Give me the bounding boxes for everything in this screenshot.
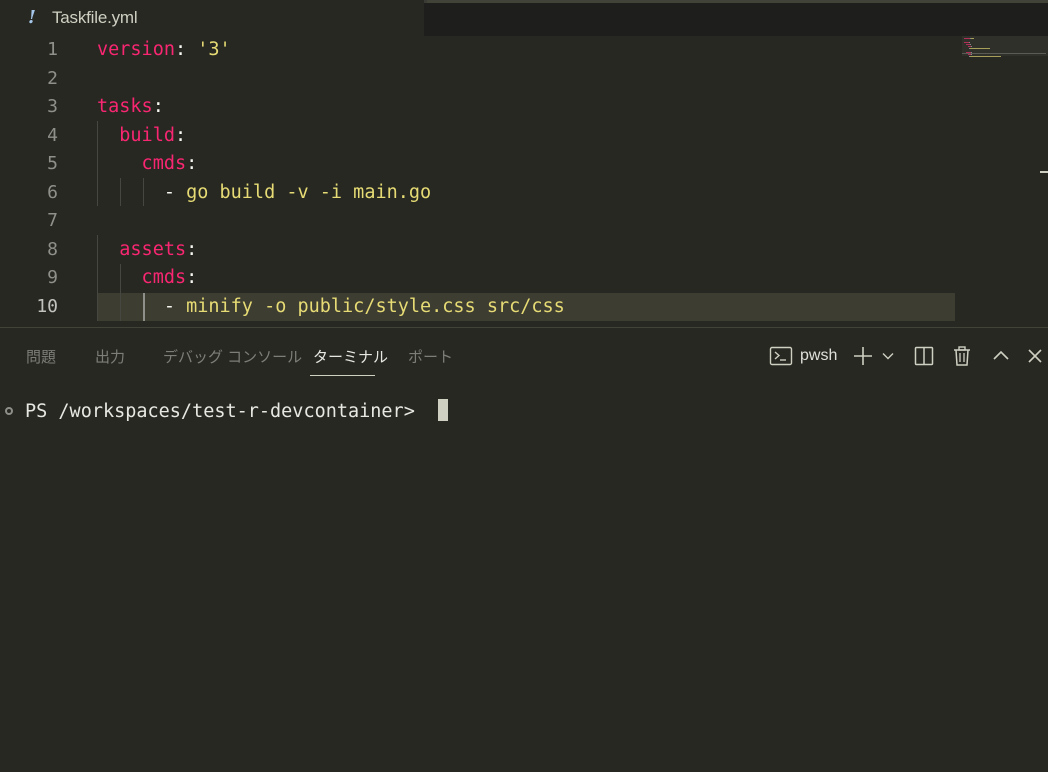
line-text: build: (97, 122, 186, 150)
line-text: - go build -v -i main.go (97, 179, 431, 207)
tab-problems[interactable]: 問題 (26, 346, 56, 370)
tab-debug-console[interactable]: デバッグ コンソール (163, 346, 302, 370)
code-line[interactable]: 9 cmds: (0, 264, 960, 292)
tab-output[interactable]: 出力 (95, 346, 125, 370)
yaml-icon: ! (28, 7, 36, 28)
code-token: : (174, 39, 198, 60)
minimap[interactable] (962, 36, 1048, 327)
tab-label: Taskfile.yml (52, 8, 138, 27)
line-text: tasks: (97, 93, 164, 121)
code-token: go build -v -i main.go (186, 182, 432, 203)
scrollbar-cursor-marker (1040, 171, 1048, 173)
editor-tab-strip: ! Taskfile.yml (0, 0, 1048, 36)
code-token: build (97, 125, 175, 146)
code-line[interactable]: 10 - minify -o public/style.css src/css (0, 293, 960, 321)
line-number: 3 (47, 96, 58, 117)
code-token: : (174, 125, 187, 146)
code-token: : (186, 267, 198, 288)
code-token: - (97, 182, 187, 203)
line-text: assets: (97, 236, 197, 264)
code-token: cmds (97, 267, 187, 288)
terminal-cursor (437, 399, 448, 421)
vscode-window: ! Taskfile.yml 1 version: '3' 2 3 tasks: 4 bu… (0, 0, 1048, 772)
terminal-prompt: PS /workspaces/test-r-devcontainer> (25, 401, 426, 422)
line-number: 6 (47, 182, 58, 203)
line-number: 5 (47, 153, 58, 174)
code-token: cmds (97, 153, 187, 174)
editor-tab-taskfile[interactable]: ! Taskfile.yml (0, 0, 424, 36)
terminal-icon (769, 346, 793, 366)
minimap-slider[interactable] (962, 53, 1046, 54)
code-line[interactable]: 3 tasks: (0, 93, 960, 121)
chevron-up-icon (993, 350, 1009, 360)
code-line[interactable]: 5 cmds: (0, 150, 960, 178)
command-decoration-icon[interactable] (5, 407, 13, 415)
minimap-line (971, 38, 974, 39)
terminal-view[interactable]: PS /workspaces/test-r-devcontainer> (0, 398, 1048, 768)
panel-tab-bar: 問題 出力 デバッグ コンソール ターミナル ポート (0, 328, 740, 384)
chevron-down-icon (882, 353, 894, 360)
code-line[interactable]: 8 assets: (0, 236, 960, 264)
minimap-line (970, 44, 972, 45)
code-token: version (97, 39, 175, 60)
code-line[interactable]: 7 (0, 207, 960, 235)
code-token: '3' (197, 39, 231, 60)
minimap-line (970, 56, 1001, 57)
line-number: 7 (47, 210, 58, 231)
terminal-prompt-line: PS /workspaces/test-r-devcontainer> (25, 398, 448, 426)
minimap-line (968, 42, 970, 43)
code-line[interactable]: 6 - go build -v -i main.go (0, 179, 960, 207)
line-number: 2 (47, 68, 58, 89)
code-token: : (186, 153, 198, 174)
line-text: cmds: (97, 264, 198, 292)
maximize-panel-button[interactable] (990, 342, 1012, 370)
plus-icon (854, 347, 872, 365)
minimap-line (971, 46, 973, 47)
line-number: 9 (47, 267, 58, 288)
line-number: 8 (47, 239, 58, 260)
terminal-profile-button[interactable]: pwsh (769, 342, 841, 370)
active-tab-indicator (310, 375, 375, 376)
close-panel-button[interactable] (1024, 342, 1046, 370)
trash-icon (954, 346, 970, 366)
code-line[interactable]: 1 version: '3' (0, 36, 960, 64)
line-text: cmds: (97, 150, 198, 178)
minimap-line (971, 54, 973, 55)
code-token: : (186, 239, 198, 260)
line-text: version: '3' (97, 36, 231, 64)
code-token: minify -o public/style.css src/css (186, 296, 565, 317)
line-number: 1 (47, 39, 58, 60)
bottom-panel: 問題 出力 デバッグ コンソール ターミナル ポート pwsh PS /work… (0, 327, 1048, 772)
tab-terminal[interactable]: ターミナル (313, 346, 388, 370)
code-token: assets (97, 239, 187, 260)
tab-ports[interactable]: ポート (408, 346, 453, 370)
terminal-profile-label: pwsh (800, 347, 838, 364)
code-editor[interactable]: 1 version: '3' 2 3 tasks: 4 build: 5 cmds: 6 - … (0, 36, 1048, 327)
new-terminal-button[interactable] (851, 342, 875, 370)
tab-strip-border (427, 0, 1048, 3)
code-line[interactable]: 2 (0, 65, 960, 93)
line-number: 4 (47, 125, 58, 146)
code-token: - (97, 296, 187, 317)
code-token: tasks (97, 96, 153, 117)
split-terminal-button[interactable] (912, 342, 936, 370)
code-token: : (152, 96, 164, 117)
split-icon (914, 346, 934, 366)
line-text: - minify -o public/style.css src/css (97, 293, 565, 321)
kill-terminal-button[interactable] (950, 342, 974, 370)
line-number: 10 (36, 296, 58, 317)
close-icon (1028, 349, 1042, 363)
code-line[interactable]: 4 build: (0, 122, 960, 150)
minimap-line (970, 48, 991, 49)
terminal-dropdown-button[interactable] (879, 342, 897, 370)
